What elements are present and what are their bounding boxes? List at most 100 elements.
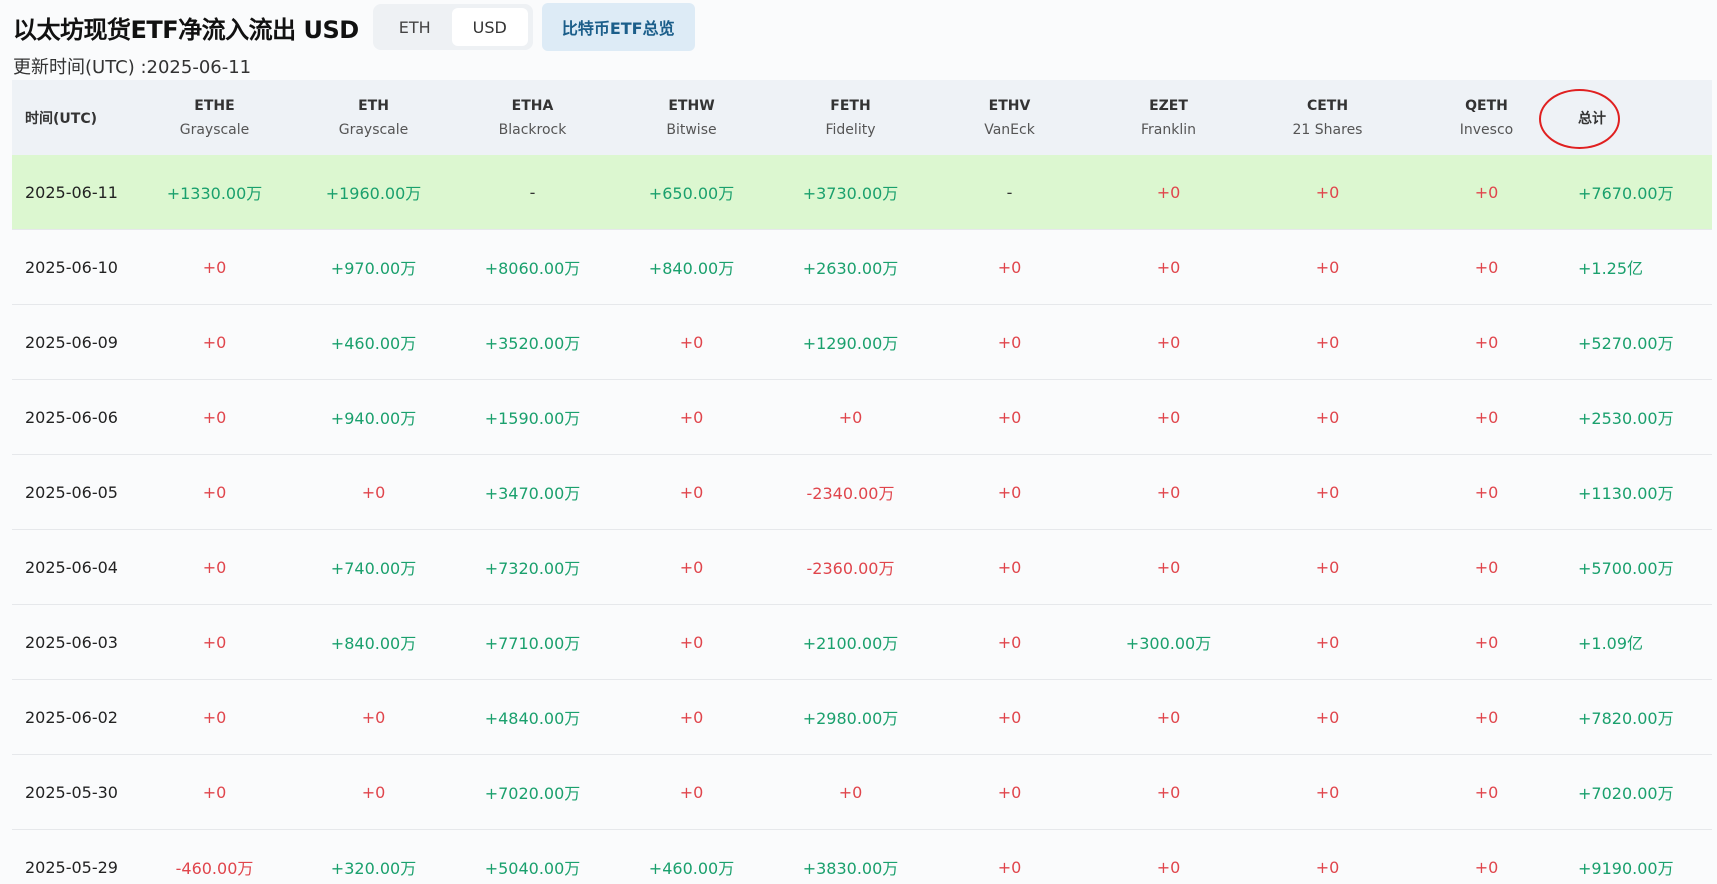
flow-cell-etha: +3520.00万 bbox=[484, 334, 581, 353]
flow-cell-ethw: +840.00万 bbox=[648, 259, 735, 278]
fund-column-header-ezet[interactable]: EZET Franklin bbox=[1089, 94, 1248, 142]
fund-column-header-eth[interactable]: ETH Grayscale bbox=[294, 94, 453, 142]
fund-issuer: 21 Shares bbox=[1292, 121, 1363, 138]
flow-cell-ethe: +0 bbox=[202, 332, 227, 352]
date-column-header[interactable]: 时间(UTC) bbox=[12, 108, 135, 128]
flow-cell-etha: +3470.00万 bbox=[484, 484, 581, 503]
flow-cell-etha: +7320.00万 bbox=[484, 559, 581, 578]
flow-cell-etha: +1590.00万 bbox=[484, 409, 581, 428]
flow-cell-feth: -2360.00万 bbox=[806, 559, 895, 578]
table-row: 2025-06-04 +0 +740.00万 +7320.00万 +0 -2360.00万… bbox=[12, 530, 1712, 605]
flow-cell-ethv: +0 bbox=[997, 857, 1022, 877]
fund-column-header-qeth[interactable]: QETH Invesco bbox=[1407, 94, 1566, 142]
flow-cell-etha: +7710.00万 bbox=[484, 634, 581, 653]
table-row: 2025-06-03 +0 +840.00万 +7710.00万 +0 +2100.00万… bbox=[12, 605, 1712, 680]
fund-column-header-ethw[interactable]: ETHW Bitwise bbox=[612, 94, 771, 142]
flow-cell-ceth: +0 bbox=[1315, 482, 1340, 502]
row-date: 2025-06-09 bbox=[25, 332, 118, 352]
flow-cell-etha: +8060.00万 bbox=[484, 259, 581, 278]
flow-cell-feth: +2630.00万 bbox=[802, 259, 899, 278]
table-row: 2025-06-06 +0 +940.00万 +1590.00万 +0 +0 +0 +0 +0 +… bbox=[12, 380, 1712, 455]
fund-column-header-feth[interactable]: FETH Fidelity bbox=[771, 94, 930, 142]
total-column-header[interactable]: 总计 bbox=[1566, 108, 1717, 128]
flow-cell-ceth: +0 bbox=[1315, 707, 1340, 727]
flow-cell-qeth: +0 bbox=[1474, 482, 1499, 502]
btc-etf-overview-button[interactable]: 比特币ETF总览 bbox=[541, 3, 695, 51]
flow-cell-qeth: +0 bbox=[1474, 182, 1499, 202]
flow-cell-feth: +2100.00万 bbox=[802, 634, 899, 653]
flow-cell-ezet: +0 bbox=[1156, 782, 1181, 802]
page-header: 以太坊现货ETF净流入流出 USD ETH USD 比特币ETF总览 bbox=[13, 3, 695, 51]
flow-cell-ceth: +0 bbox=[1315, 632, 1340, 652]
fund-column-header-ceth[interactable]: CETH 21 Shares bbox=[1248, 94, 1407, 142]
table-row: 2025-06-02 +0 +0 +4840.00万 +0 +2980.00万 +0 +0 +0… bbox=[12, 680, 1712, 755]
row-date: 2025-06-03 bbox=[25, 632, 118, 652]
flow-cell-eth: +0 bbox=[361, 482, 386, 502]
flow-cell-eth: +320.00万 bbox=[330, 859, 417, 878]
table-body: 2025-06-11 +1330.00万 +1960.00万 - +650.00万 +37… bbox=[12, 155, 1712, 884]
flow-cell-ezet: +0 bbox=[1156, 857, 1181, 877]
row-date: 2025-06-02 bbox=[25, 707, 118, 727]
table-row: 2025-05-30 +0 +0 +7020.00万 +0 +0 +0 +0 +0 +0 +7020… bbox=[12, 755, 1712, 830]
flow-cell-ethw: +0 bbox=[679, 332, 704, 352]
row-date: 2025-06-10 bbox=[25, 257, 118, 277]
fund-column-header-etha[interactable]: ETHA Blackrock bbox=[453, 94, 612, 142]
row-total: +7020.00万 bbox=[1578, 784, 1674, 803]
flow-cell-qeth: +0 bbox=[1474, 782, 1499, 802]
row-date: 2025-05-30 bbox=[25, 782, 118, 802]
fund-ticker: ETHA bbox=[511, 97, 554, 114]
unit-toggle: ETH USD bbox=[372, 4, 533, 50]
row-date: 2025-05-29 bbox=[25, 857, 118, 877]
flow-cell-qeth: +0 bbox=[1474, 857, 1499, 877]
flow-cell-ethv: +0 bbox=[997, 482, 1022, 502]
flow-cell-ethw: +0 bbox=[679, 482, 704, 502]
fund-column-header-ethv[interactable]: ETHV VanEck bbox=[930, 94, 1089, 142]
flow-cell-ezet: +0 bbox=[1156, 407, 1181, 427]
flow-cell-ethv: +0 bbox=[997, 782, 1022, 802]
flow-cell-etha: - bbox=[529, 182, 536, 202]
flow-cell-ceth: +0 bbox=[1315, 557, 1340, 577]
flow-cell-ethw: +0 bbox=[679, 782, 704, 802]
fund-ticker: ETHW bbox=[668, 97, 715, 114]
table-row: 2025-06-11 +1330.00万 +1960.00万 - +650.00万 +37… bbox=[12, 155, 1712, 230]
flow-cell-ezet: +0 bbox=[1156, 182, 1181, 202]
fund-column-header-ethe[interactable]: ETHE Grayscale bbox=[135, 94, 294, 142]
flow-cell-ethw: +650.00万 bbox=[648, 184, 735, 203]
table-row: 2025-05-29 -460.00万 +320.00万 +5040.00万 +460.… bbox=[12, 830, 1712, 884]
flow-cell-ethe: +1330.00万 bbox=[166, 184, 263, 203]
fund-issuer: Bitwise bbox=[666, 121, 717, 138]
table-row: 2025-06-10 +0 +970.00万 +8060.00万 +840.00万 +26… bbox=[12, 230, 1712, 305]
table-row: 2025-06-09 +0 +460.00万 +3520.00万 +0 +1290.00万… bbox=[12, 305, 1712, 380]
flow-cell-ethv: +0 bbox=[997, 707, 1022, 727]
flow-cell-ethw: +0 bbox=[679, 707, 704, 727]
flow-cell-ceth: +0 bbox=[1315, 332, 1340, 352]
flow-cell-ethe: +0 bbox=[202, 482, 227, 502]
etf-flow-table: 时间(UTC) ETHE Grayscale ETH Grayscale ETHA Bla… bbox=[12, 80, 1712, 884]
toggle-usd-button[interactable]: USD bbox=[451, 8, 528, 46]
fund-ticker: QETH bbox=[1465, 97, 1508, 114]
toggle-eth-button[interactable]: ETH bbox=[378, 8, 452, 46]
flow-cell-feth: +0 bbox=[838, 407, 863, 427]
flow-cell-ethw: +460.00万 bbox=[648, 859, 735, 878]
flow-cell-feth: +2980.00万 bbox=[802, 709, 899, 728]
fund-issuer: Fidelity bbox=[825, 121, 876, 138]
row-total: +1130.00万 bbox=[1578, 484, 1674, 503]
table-row: 2025-06-05 +0 +0 +3470.00万 +0 -2340.00万 +0 +0 +0… bbox=[12, 455, 1712, 530]
flow-cell-feth: +3730.00万 bbox=[802, 184, 899, 203]
fund-ticker: ETH bbox=[358, 97, 389, 114]
row-total: +7670.00万 bbox=[1578, 184, 1674, 203]
fund-issuer: Franklin bbox=[1140, 121, 1196, 138]
flow-cell-ceth: +0 bbox=[1315, 407, 1340, 427]
page-title: 以太坊现货ETF净流入流出 USD bbox=[13, 15, 359, 44]
row-date: 2025-06-05 bbox=[25, 482, 118, 502]
flow-cell-ethw: +0 bbox=[679, 407, 704, 427]
flow-cell-ethe: +0 bbox=[202, 632, 227, 652]
row-total: +7820.00万 bbox=[1578, 709, 1674, 728]
row-total: +5270.00万 bbox=[1578, 334, 1674, 353]
row-total: +2530.00万 bbox=[1578, 409, 1674, 428]
flow-cell-ezet: +0 bbox=[1156, 557, 1181, 577]
fund-issuer: Invesco bbox=[1459, 121, 1514, 138]
flow-cell-feth: -2340.00万 bbox=[806, 484, 895, 503]
flow-cell-qeth: +0 bbox=[1474, 407, 1499, 427]
flow-cell-ezet: +0 bbox=[1156, 332, 1181, 352]
